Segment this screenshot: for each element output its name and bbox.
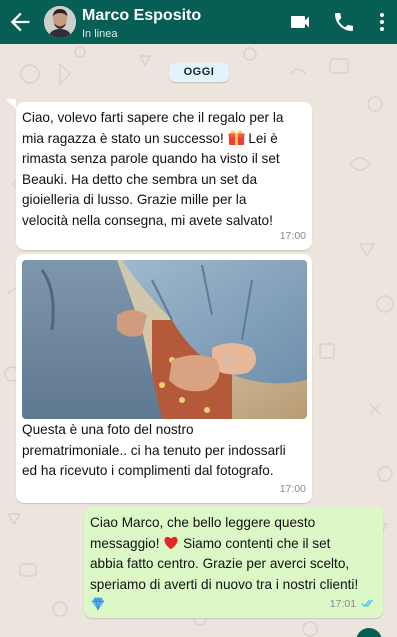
red-heart-emoji [164, 536, 178, 549]
gift-emoji [228, 130, 245, 145]
message-line-part: mia ragazza è stato un successo! [22, 130, 224, 146]
chat-header: Marco Esposito In linea [0, 0, 397, 44]
avatar[interactable] [44, 6, 76, 38]
more-vert-icon[interactable] [370, 10, 394, 34]
message-time: 17:00 [279, 482, 306, 495]
message-line: messaggio! Siamo contenti che il set [90, 534, 379, 555]
message-time: 17:00 [279, 229, 306, 242]
message-line: Ciao, volevo farti sapere che il regalo … [22, 110, 284, 125]
couple-holding-hands-photo[interactable] [22, 260, 307, 419]
image-caption: Questa è una foto del nostro prematrimon… [22, 420, 308, 482]
message-line: Beauki. Ha detto che sembra un set da [22, 171, 258, 187]
message-line: Ciao Marco, che bello leggere questo [90, 515, 316, 530]
caption-line: ed ha ricevuto i complimenti dal fotogra… [22, 463, 274, 478]
message-line: mia ragazza è stato un successo! Lei è [22, 129, 308, 150]
incoming-message-bubble[interactable]: Ciao, volevo farti sapere che il regalo … [16, 102, 312, 250]
contact-status: In linea [82, 28, 118, 40]
double-check-read-icon [361, 598, 374, 607]
message-line: rimasta senza parole quando ha visto il … [22, 151, 280, 166]
date-chip: OGGI [169, 63, 229, 82]
contact-name[interactable]: Marco Esposito [82, 7, 201, 25]
incoming-image-message-bubble[interactable]: Questa è una foto del nostro prematrimon… [16, 254, 312, 503]
video-call-icon[interactable] [288, 10, 312, 34]
message-line: speriamo di averti di nuovo tra i nostri… [90, 576, 359, 592]
message-time: 17:01 [329, 597, 357, 610]
message-line: velocità nella consegna, mi avete salvat… [22, 212, 273, 228]
message-line-part: messaggio! [90, 535, 160, 551]
message-line: gioielleria di lusso. Grazie mille per l… [22, 192, 247, 207]
chat-screen: Marco Esposito In linea OGGI Ciao, volev… [0, 0, 397, 637]
gem-emoji [91, 596, 105, 611]
caption-line: prematrimoniale.. ci ha tenuto per indos… [22, 442, 286, 458]
message-time-status: 17:01 [330, 594, 377, 615]
avatar-photo [44, 6, 76, 38]
outgoing-message-bubble[interactable]: Ciao Marco, che bello leggere questo mes… [84, 507, 383, 618]
message-line-part: Lei è [248, 130, 278, 146]
message-line-part: Siamo contenti che il set [183, 535, 331, 551]
bubble-tail [6, 99, 16, 109]
phone-icon[interactable] [332, 10, 356, 34]
message-line: abbia fatto centro. Grazie per averci sc… [90, 556, 350, 571]
back-arrow-icon[interactable] [6, 8, 34, 36]
caption-line: Questa è una foto del nostro [22, 422, 194, 437]
message-text: Ciao, volevo farti sapere che il regalo … [22, 108, 308, 231]
